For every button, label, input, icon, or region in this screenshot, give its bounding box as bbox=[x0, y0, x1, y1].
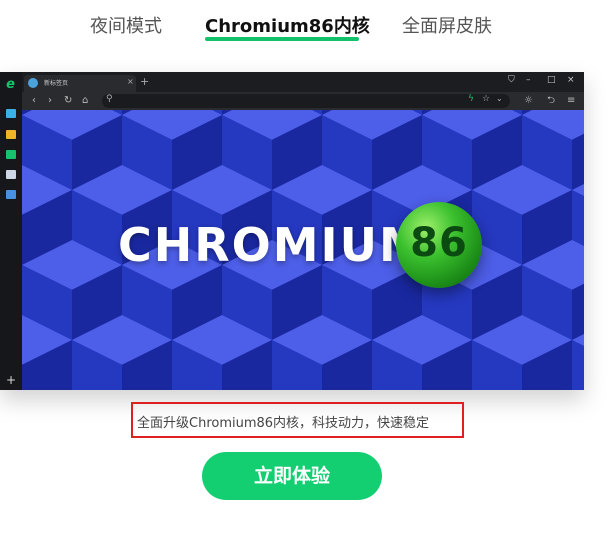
chevron-down-icon[interactable]: ⌄ bbox=[496, 94, 503, 103]
bookmark-star-icon[interactable]: ☆ bbox=[482, 94, 490, 104]
feature-tabs: 夜间模式 Chromium86内核 全面屏皮肤 bbox=[0, 0, 608, 50]
new-tab-icon[interactable]: + bbox=[140, 75, 149, 88]
undo-icon[interactable]: ⮌ bbox=[547, 94, 555, 108]
browser-toolbar: ‹ › ↻ ⌂ ⚲ ϟ ☆ ⌄ ☼ ⮌ ≡ bbox=[22, 92, 584, 110]
tab-chromium86[interactable]: Chromium86内核 bbox=[205, 12, 370, 38]
home-icon[interactable]: ⌂ bbox=[82, 94, 88, 108]
active-tab-underline bbox=[205, 37, 359, 41]
sidebar-add-icon[interactable]: + bbox=[5, 374, 17, 386]
back-icon[interactable]: ‹ bbox=[32, 94, 36, 108]
browser-sidebar: e + bbox=[0, 72, 22, 390]
feature-caption: 全面升级Chromium86内核，科技动力，快速稳定 bbox=[137, 416, 430, 431]
settings-icon[interactable]: ☼ bbox=[524, 94, 533, 108]
version-badge: 86 bbox=[396, 202, 482, 288]
tab-favicon-icon bbox=[28, 78, 38, 88]
maximize-icon[interactable]: □ bbox=[547, 75, 556, 85]
try-now-button[interactable]: 立即体验 bbox=[202, 452, 382, 500]
sidebar-star-icon[interactable] bbox=[6, 130, 16, 139]
browser-tab[interactable]: 新标签页 × bbox=[24, 75, 136, 92]
tab-night-mode[interactable]: 夜间模式 bbox=[90, 12, 162, 38]
window-close-icon[interactable]: × bbox=[567, 75, 575, 85]
browser-preview: e + 新标签页 × + ⛉ – □ × ‹ › ↻ ⌂ ⚲ ϟ ☆ ⌄ ☼ ⮌… bbox=[0, 72, 584, 390]
tab-close-icon[interactable]: × bbox=[127, 77, 134, 86]
sidebar-app-icon[interactable] bbox=[6, 109, 16, 118]
chromium86-hero-image: CHROMIUM 86 bbox=[22, 110, 584, 390]
search-icon: ⚲ bbox=[106, 94, 113, 104]
forward-icon[interactable]: › bbox=[48, 94, 52, 108]
minimize-icon[interactable]: – bbox=[526, 75, 531, 85]
browser-tabstrip: 新标签页 × + ⛉ – □ × bbox=[22, 72, 584, 92]
address-bar[interactable]: ⚲ ϟ ☆ ⌄ bbox=[102, 94, 510, 108]
browser-logo-icon: e bbox=[6, 77, 15, 92]
sidebar-doc-icon[interactable] bbox=[6, 170, 16, 179]
menu-icon[interactable]: ≡ bbox=[567, 94, 575, 108]
version-number: 86 bbox=[410, 220, 468, 266]
feature-caption-box: 全面升级Chromium86内核，科技动力，快速稳定 bbox=[131, 402, 464, 438]
hero-brand-text: CHROMIUM bbox=[118, 218, 427, 272]
sidebar-chat-icon[interactable] bbox=[6, 150, 16, 159]
tab-title: 新标签页 bbox=[44, 80, 69, 87]
sidebar-calendar-icon[interactable] bbox=[6, 190, 16, 199]
tab-fullscreen-skin[interactable]: 全面屏皮肤 bbox=[402, 12, 492, 38]
reload-icon[interactable]: ↻ bbox=[64, 94, 72, 108]
skin-shirt-icon[interactable]: ⛉ bbox=[508, 75, 515, 85]
speed-mode-icon[interactable]: ϟ bbox=[468, 94, 474, 104]
